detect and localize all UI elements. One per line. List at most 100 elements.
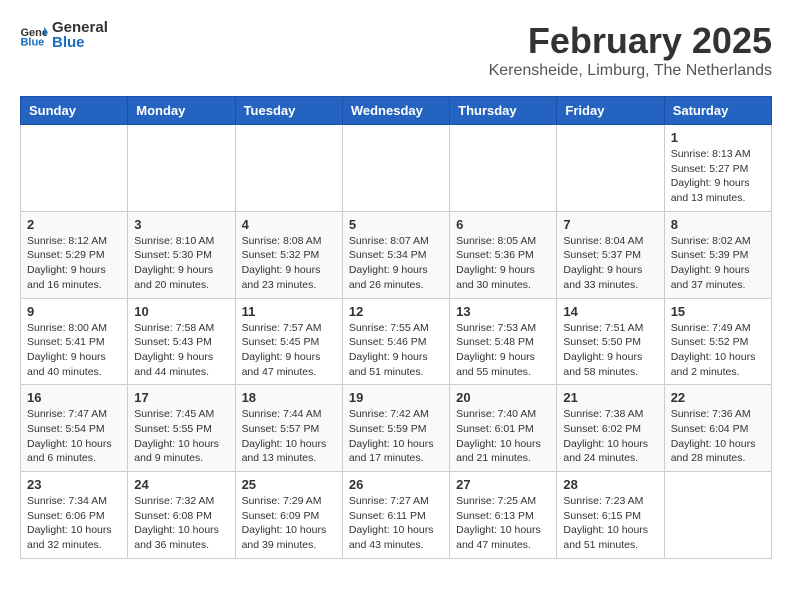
day-number: 7 bbox=[563, 217, 657, 232]
day-info: Sunrise: 7:47 AM Sunset: 5:54 PM Dayligh… bbox=[27, 407, 121, 466]
day-info: Sunrise: 7:42 AM Sunset: 5:59 PM Dayligh… bbox=[349, 407, 443, 466]
day-number: 9 bbox=[27, 304, 121, 319]
calendar-cell bbox=[557, 125, 664, 212]
day-info: Sunrise: 8:10 AM Sunset: 5:30 PM Dayligh… bbox=[134, 234, 228, 293]
calendar-cell bbox=[450, 125, 557, 212]
calendar-cell: 5 Sunrise: 8:07 AM Sunset: 5:34 PM Daylig… bbox=[342, 211, 449, 298]
day-number: 20 bbox=[456, 390, 550, 405]
calendar-cell: 23 Sunrise: 7:34 AM Sunset: 6:06 PM Dayli… bbox=[21, 472, 128, 559]
calendar-week-row: 9 Sunrise: 8:00 AM Sunset: 5:41 PM Daylig… bbox=[21, 298, 772, 385]
day-number: 12 bbox=[349, 304, 443, 319]
day-number: 16 bbox=[27, 390, 121, 405]
day-number: 2 bbox=[27, 217, 121, 232]
day-info: Sunrise: 7:25 AM Sunset: 6:13 PM Dayligh… bbox=[456, 494, 550, 553]
day-info: Sunrise: 8:04 AM Sunset: 5:37 PM Dayligh… bbox=[563, 234, 657, 293]
calendar-cell: 20Sunrise: 7:40 AM Sunset: 6:01 PM Dayli… bbox=[450, 385, 557, 472]
calendar-week-row: 1 Sunrise: 8:13 AM Sunset: 5:27 PM Daylig… bbox=[21, 125, 772, 212]
calendar-cell: 22Sunrise: 7:36 AM Sunset: 6:04 PM Dayli… bbox=[664, 385, 771, 472]
logo-icon: General Blue bbox=[20, 25, 48, 47]
calendar-cell: 13 Sunrise: 7:53 AM Sunset: 5:48 PM Dayli… bbox=[450, 298, 557, 385]
day-number: 8 bbox=[671, 217, 765, 232]
day-number: 1 bbox=[671, 130, 765, 145]
weekday-header-monday: Monday bbox=[128, 97, 235, 125]
calendar-cell: 18 Sunrise: 7:44 AM Sunset: 5:57 PM Dayli… bbox=[235, 385, 342, 472]
calendar-cell: 27 Sunrise: 7:25 AM Sunset: 6:13 PM Dayli… bbox=[450, 472, 557, 559]
weekday-header-tuesday: Tuesday bbox=[235, 97, 342, 125]
day-info: Sunrise: 8:08 AM Sunset: 5:32 PM Dayligh… bbox=[242, 234, 336, 293]
location-title: Kerensheide, Limburg, The Netherlands bbox=[489, 62, 772, 80]
calendar-cell bbox=[128, 125, 235, 212]
day-number: 11 bbox=[242, 304, 336, 319]
day-info: Sunrise: 7:53 AM Sunset: 5:48 PM Dayligh… bbox=[456, 321, 550, 380]
svg-text:Blue: Blue bbox=[20, 36, 44, 47]
day-info: Sunrise: 8:00 AM Sunset: 5:41 PM Dayligh… bbox=[27, 321, 121, 380]
day-info: Sunrise: 7:38 AM Sunset: 6:02 PM Dayligh… bbox=[563, 407, 657, 466]
month-title: February 2025 bbox=[489, 20, 772, 62]
day-number: 19 bbox=[349, 390, 443, 405]
page-header: General Blue General Blue February 2025 … bbox=[20, 20, 772, 80]
day-info: Sunrise: 8:12 AM Sunset: 5:29 PM Dayligh… bbox=[27, 234, 121, 293]
calendar-cell: 8 Sunrise: 8:02 AM Sunset: 5:39 PM Daylig… bbox=[664, 211, 771, 298]
calendar-cell: 14 Sunrise: 7:51 AM Sunset: 5:50 PM Dayli… bbox=[557, 298, 664, 385]
calendar-cell: 25 Sunrise: 7:29 AM Sunset: 6:09 PM Dayli… bbox=[235, 472, 342, 559]
calendar-cell: 16 Sunrise: 7:47 AM Sunset: 5:54 PM Dayli… bbox=[21, 385, 128, 472]
day-info: Sunrise: 7:32 AM Sunset: 6:08 PM Dayligh… bbox=[134, 494, 228, 553]
day-info: Sunrise: 7:29 AM Sunset: 6:09 PM Dayligh… bbox=[242, 494, 336, 553]
calendar-cell: 19 Sunrise: 7:42 AM Sunset: 5:59 PM Dayli… bbox=[342, 385, 449, 472]
logo: General Blue General Blue bbox=[20, 20, 108, 51]
calendar-cell bbox=[235, 125, 342, 212]
logo-blue: Blue bbox=[52, 35, 108, 52]
day-info: Sunrise: 7:27 AM Sunset: 6:11 PM Dayligh… bbox=[349, 494, 443, 553]
day-info: Sunrise: 7:23 AM Sunset: 6:15 PM Dayligh… bbox=[563, 494, 657, 553]
day-number: 13 bbox=[456, 304, 550, 319]
calendar-cell: 3 Sunrise: 8:10 AM Sunset: 5:30 PM Daylig… bbox=[128, 211, 235, 298]
calendar-cell: 15Sunrise: 7:49 AM Sunset: 5:52 PM Dayli… bbox=[664, 298, 771, 385]
weekday-header-wednesday: Wednesday bbox=[342, 97, 449, 125]
day-info: Sunrise: 8:13 AM Sunset: 5:27 PM Dayligh… bbox=[671, 147, 765, 206]
calendar-cell: 7 Sunrise: 8:04 AM Sunset: 5:37 PM Daylig… bbox=[557, 211, 664, 298]
day-number: 5 bbox=[349, 217, 443, 232]
day-number: 6 bbox=[456, 217, 550, 232]
day-info: Sunrise: 7:51 AM Sunset: 5:50 PM Dayligh… bbox=[563, 321, 657, 380]
calendar-cell: 12 Sunrise: 7:55 AM Sunset: 5:46 PM Dayli… bbox=[342, 298, 449, 385]
day-number: 14 bbox=[563, 304, 657, 319]
weekday-header-thursday: Thursday bbox=[450, 97, 557, 125]
day-number: 21 bbox=[563, 390, 657, 405]
calendar-cell: 17Sunrise: 7:45 AM Sunset: 5:55 PM Dayli… bbox=[128, 385, 235, 472]
calendar-cell: 9 Sunrise: 8:00 AM Sunset: 5:41 PM Daylig… bbox=[21, 298, 128, 385]
day-number: 4 bbox=[242, 217, 336, 232]
calendar-cell: 11Sunrise: 7:57 AM Sunset: 5:45 PM Dayli… bbox=[235, 298, 342, 385]
calendar-cell: 6 Sunrise: 8:05 AM Sunset: 5:36 PM Daylig… bbox=[450, 211, 557, 298]
day-info: Sunrise: 7:44 AM Sunset: 5:57 PM Dayligh… bbox=[242, 407, 336, 466]
day-info: Sunrise: 8:07 AM Sunset: 5:34 PM Dayligh… bbox=[349, 234, 443, 293]
calendar-cell: 21 Sunrise: 7:38 AM Sunset: 6:02 PM Dayli… bbox=[557, 385, 664, 472]
weekday-header-saturday: Saturday bbox=[664, 97, 771, 125]
day-number: 27 bbox=[456, 477, 550, 492]
day-number: 17 bbox=[134, 390, 228, 405]
day-number: 10 bbox=[134, 304, 228, 319]
calendar-cell bbox=[664, 472, 771, 559]
day-number: 18 bbox=[242, 390, 336, 405]
day-info: Sunrise: 7:34 AM Sunset: 6:06 PM Dayligh… bbox=[27, 494, 121, 553]
day-number: 3 bbox=[134, 217, 228, 232]
day-number: 26 bbox=[349, 477, 443, 492]
calendar-week-row: 23 Sunrise: 7:34 AM Sunset: 6:06 PM Dayli… bbox=[21, 472, 772, 559]
calendar-cell: 4 Sunrise: 8:08 AM Sunset: 5:32 PM Daylig… bbox=[235, 211, 342, 298]
day-info: Sunrise: 7:55 AM Sunset: 5:46 PM Dayligh… bbox=[349, 321, 443, 380]
day-number: 25 bbox=[242, 477, 336, 492]
calendar: SundayMondayTuesdayWednesdayThursdayFrid… bbox=[20, 96, 772, 559]
day-info: Sunrise: 7:58 AM Sunset: 5:43 PM Dayligh… bbox=[134, 321, 228, 380]
day-number: 22 bbox=[671, 390, 765, 405]
day-info: Sunrise: 8:02 AM Sunset: 5:39 PM Dayligh… bbox=[671, 234, 765, 293]
day-number: 28 bbox=[563, 477, 657, 492]
calendar-week-row: 16 Sunrise: 7:47 AM Sunset: 5:54 PM Dayli… bbox=[21, 385, 772, 472]
calendar-week-row: 2 Sunrise: 8:12 AM Sunset: 5:29 PM Daylig… bbox=[21, 211, 772, 298]
calendar-cell: 26 Sunrise: 7:27 AM Sunset: 6:11 PM Dayli… bbox=[342, 472, 449, 559]
calendar-cell bbox=[21, 125, 128, 212]
day-number: 24 bbox=[134, 477, 228, 492]
day-number: 23 bbox=[27, 477, 121, 492]
calendar-cell: 10 Sunrise: 7:58 AM Sunset: 5:43 PM Dayli… bbox=[128, 298, 235, 385]
day-info: Sunrise: 8:05 AM Sunset: 5:36 PM Dayligh… bbox=[456, 234, 550, 293]
weekday-header-sunday: Sunday bbox=[21, 97, 128, 125]
calendar-cell: 2 Sunrise: 8:12 AM Sunset: 5:29 PM Daylig… bbox=[21, 211, 128, 298]
